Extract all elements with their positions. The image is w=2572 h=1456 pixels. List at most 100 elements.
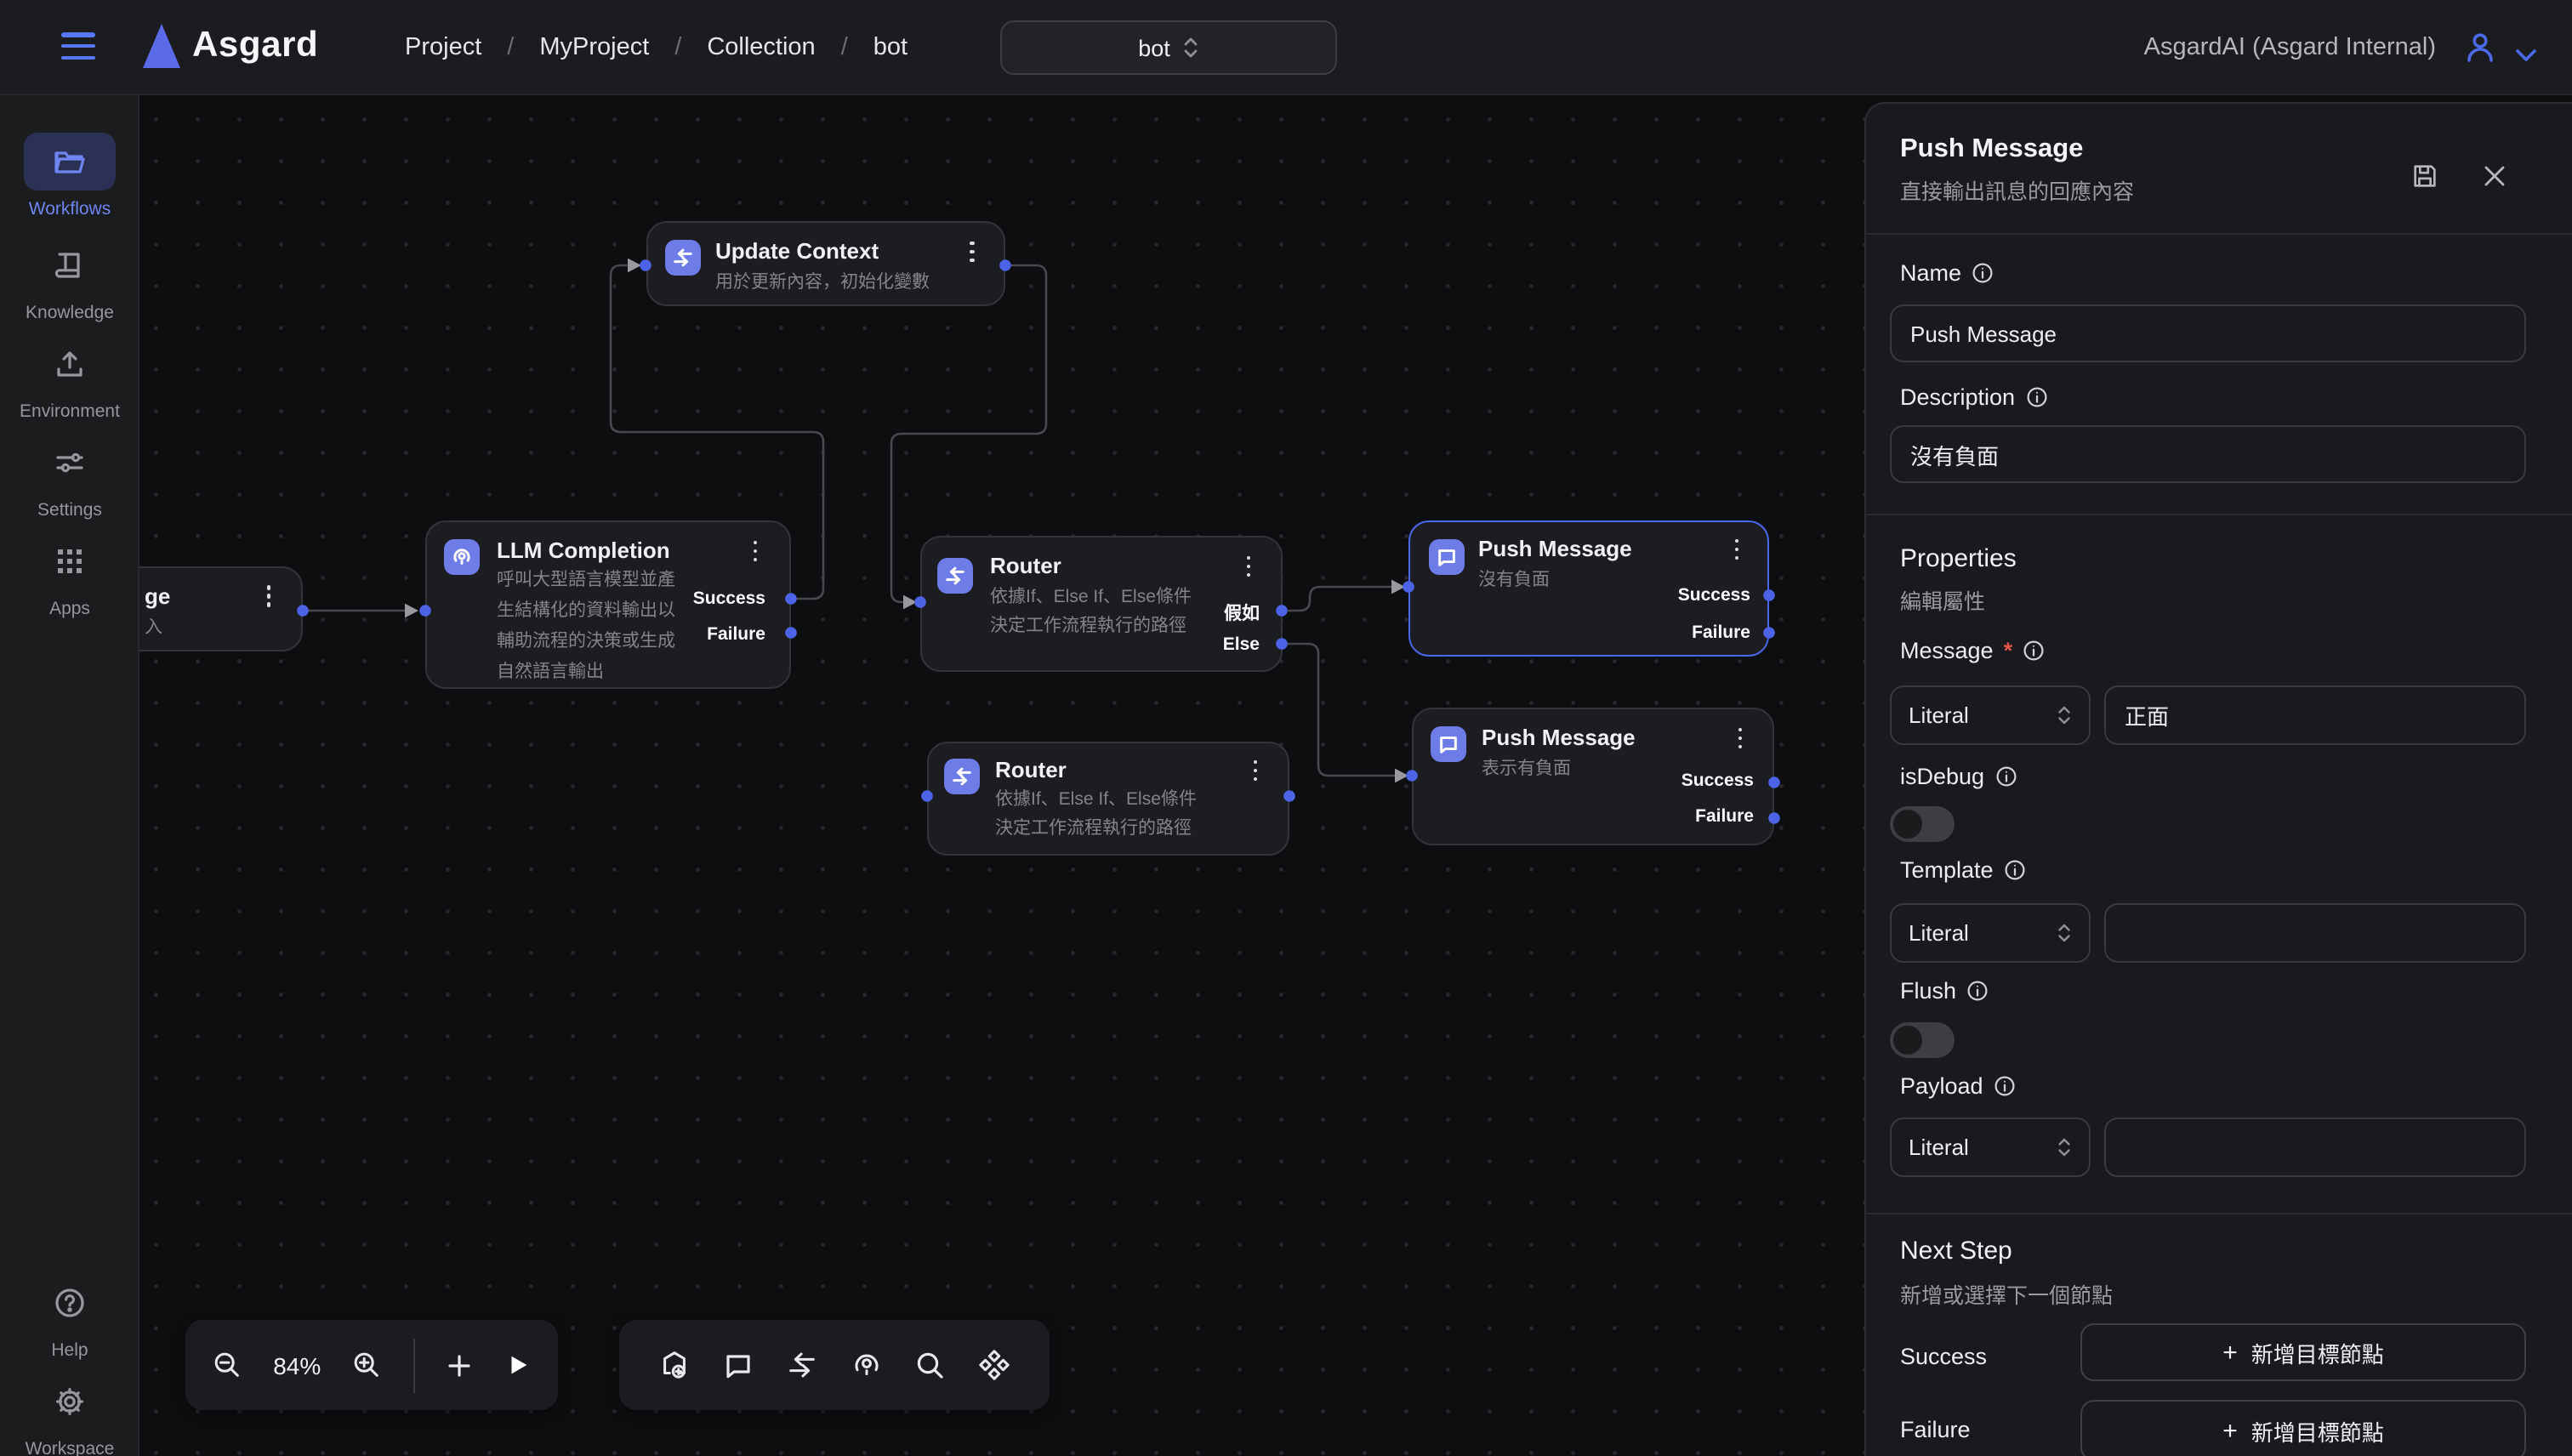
info-icon[interactable]: [2023, 640, 2045, 662]
info-icon[interactable]: [1972, 262, 1994, 284]
brand-name: Asgard: [192, 26, 318, 66]
kebab-menu-icon[interactable]: [960, 238, 984, 265]
info-icon[interactable]: [1994, 1075, 2016, 1097]
sidebar-item-workflows[interactable]: Workflows: [0, 133, 139, 219]
move-icon[interactable]: [977, 1349, 1010, 1381]
plus-icon: +: [2222, 1338, 2238, 1367]
port-success[interactable]: Success: [693, 589, 765, 609]
edge-arrow-icon: [628, 259, 641, 273]
workflow-select-value: bot: [1138, 35, 1170, 60]
breadcrumb-collection[interactable]: Collection: [707, 34, 815, 61]
port-failure[interactable]: Failure: [707, 624, 765, 645]
save-icon[interactable]: [2410, 162, 2439, 199]
zoom-out-button[interactable]: [213, 1351, 242, 1379]
add-target-node-button-success[interactable]: + 新增目標節點: [2080, 1323, 2526, 1381]
sidebar-item-help[interactable]: Help: [0, 1274, 139, 1361]
run-button[interactable]: [505, 1352, 531, 1378]
node-push-message-2[interactable]: Push Message 表示有負面 Success Failure: [1412, 708, 1774, 845]
kebab-menu-icon[interactable]: [1243, 757, 1267, 784]
chevron-down-icon[interactable]: [2514, 41, 2538, 71]
message-mode-select[interactable]: Literal: [1890, 685, 2091, 745]
toolbar-divider: [413, 1338, 415, 1392]
port-else[interactable]: Else: [1223, 634, 1260, 655]
port-failure[interactable]: Failure: [1695, 806, 1754, 827]
edge-arrow-icon: [1391, 580, 1405, 594]
hamburger-menu-icon[interactable]: [61, 32, 95, 63]
select-value: Literal: [1909, 1135, 1969, 1160]
zoom-in-button[interactable]: [352, 1351, 381, 1379]
topbar: Asgard Project / MyProject / Collection …: [0, 0, 2572, 95]
node-description: 決定工作流程執行的路徑: [990, 612, 1186, 641]
node-title: Router: [995, 757, 1067, 782]
node-push-message-1[interactable]: Push Message 沒有負面 Success Failure: [1408, 520, 1769, 657]
breadcrumb-project[interactable]: Project: [405, 34, 481, 61]
swap-arrows-icon: [664, 240, 700, 276]
node-router-2[interactable]: Router 依據If、Else If、Else條件 決定工作流程執行的路徑: [927, 742, 1289, 856]
message-value-input[interactable]: [2104, 685, 2526, 745]
template-mode-select[interactable]: Literal: [1890, 903, 2091, 963]
node-update-context[interactable]: Update Context 用於更新內容，初始化變數: [646, 221, 1005, 306]
sidebar-item-settings[interactable]: Settings: [0, 434, 139, 520]
node-description: 入: [145, 613, 162, 642]
help-icon: [24, 1274, 116, 1332]
select-value: Literal: [1909, 702, 1969, 728]
kebab-menu-icon[interactable]: [257, 583, 281, 610]
panel-subtitle: 直接輸出訊息的回應內容: [1900, 173, 2134, 206]
isdebug-toggle[interactable]: [1890, 806, 1955, 842]
template-value-input[interactable]: [2104, 903, 2526, 963]
breadcrumb-myproject[interactable]: MyProject: [539, 34, 649, 61]
name-input[interactable]: [1890, 304, 2526, 362]
node-title: Router: [990, 553, 1061, 578]
template-field-label: Template: [1900, 857, 2026, 883]
kebab-menu-icon[interactable]: [1725, 536, 1749, 563]
properties-title: Properties: [1900, 544, 2017, 573]
sidebar-item-knowledge[interactable]: Knowledge: [0, 236, 139, 323]
node-description: 輔助流程的決策或生成: [497, 628, 675, 657]
info-icon[interactable]: [2004, 859, 2026, 881]
description-field-label: Description: [1900, 384, 2047, 410]
workflow-select[interactable]: bot: [1000, 20, 1337, 75]
sidebar-item-apps[interactable]: Apps: [0, 532, 139, 619]
payload-value-input[interactable]: [2104, 1118, 2526, 1177]
zoom-level: 84%: [273, 1351, 321, 1379]
node-llm-completion[interactable]: LLM Completion 呼叫大型語言模型並產 生結構化的資料輸出以 輔助流…: [425, 520, 791, 689]
name-field-label: Name: [1900, 260, 1994, 286]
port-success[interactable]: Success: [1681, 771, 1754, 791]
port-success[interactable]: Success: [1678, 585, 1750, 606]
payload-field-label: Payload: [1900, 1073, 2016, 1099]
swap-node-icon[interactable]: [786, 1349, 818, 1381]
port-failure[interactable]: Failure: [1692, 623, 1750, 643]
sidebar-item-environment[interactable]: Environment: [0, 335, 139, 422]
edge-router-if-to-push1: [1282, 587, 1391, 611]
zoom-toolbar: 84%: [185, 1320, 558, 1410]
description-input[interactable]: [1890, 425, 2526, 483]
apps-grid-icon: [24, 532, 116, 590]
kebab-menu-icon[interactable]: [1237, 553, 1260, 580]
search-icon[interactable]: [914, 1350, 945, 1380]
edge-arrow-icon: [1395, 769, 1408, 783]
port-if[interactable]: 假如: [1224, 600, 1260, 626]
close-icon[interactable]: [2482, 163, 2507, 197]
info-icon[interactable]: [1994, 765, 2017, 788]
add-button[interactable]: [447, 1351, 474, 1379]
kebab-menu-icon[interactable]: [1728, 725, 1752, 752]
next-step-subtitle: 新增或選擇下一個節點: [1900, 1277, 2113, 1310]
chevron-updown-icon: [2057, 922, 2072, 944]
breadcrumb-bot[interactable]: bot: [873, 34, 908, 61]
sliders-icon: [24, 434, 116, 492]
next-step-failure-label: Failure: [1900, 1417, 1971, 1442]
upload-icon: [24, 335, 116, 393]
flush-toggle[interactable]: [1890, 1022, 1955, 1058]
user-avatar-icon[interactable]: [2463, 31, 2497, 73]
info-icon[interactable]: [1966, 980, 1989, 1002]
add-node-icon[interactable]: [659, 1349, 691, 1381]
node-router-1[interactable]: Router 依據If、Else If、Else條件 決定工作流程執行的路徑 假…: [920, 536, 1282, 672]
message-node-icon[interactable]: [723, 1350, 754, 1380]
llm-node-icon[interactable]: [851, 1349, 883, 1381]
info-icon[interactable]: [2025, 386, 2047, 408]
panel-title: Push Message: [1900, 134, 2083, 165]
add-target-node-button-failure[interactable]: + 新增目標節點: [2080, 1400, 2526, 1456]
sidebar-item-workspace[interactable]: Workspace: [0, 1373, 139, 1456]
kebab-menu-icon[interactable]: [743, 537, 767, 565]
payload-mode-select[interactable]: Literal: [1890, 1118, 2091, 1177]
